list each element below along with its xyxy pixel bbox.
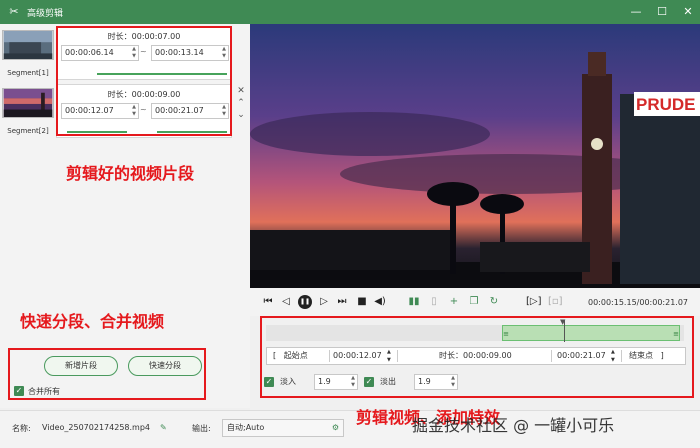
video-preview[interactable]: PRUDE (250, 24, 700, 288)
copy-icon[interactable]: ❐ (468, 296, 480, 308)
minimize-button[interactable]: — (630, 6, 642, 18)
volume-icon[interactable]: ◀) (374, 296, 386, 308)
segment-thumbnail-1[interactable]: Segment[1] (0, 26, 56, 77)
watermark: 掘金技术社区 @ 一罐小可乐 (412, 416, 615, 435)
clips-highlight-box (56, 26, 232, 136)
edit-highlight-box (260, 316, 694, 398)
add-segment-button[interactable]: 新增片段 (44, 356, 118, 376)
snapshot-icon[interactable]: [▫] (548, 296, 563, 308)
skip-start-icon[interactable]: ⏮ (262, 296, 274, 308)
segment-thumbnail-image (2, 30, 54, 60)
segment-label: Segment[2] (7, 127, 49, 135)
rotate-icon[interactable]: ↻ (488, 296, 500, 308)
skip-end-icon[interactable]: ⏭ (336, 296, 348, 308)
gear-icon[interactable]: ⚙ (332, 420, 339, 436)
merge-all-checkbox[interactable]: ✓ (14, 386, 24, 396)
close-button[interactable]: ✕ (682, 6, 694, 18)
maximize-button[interactable]: ☐ (656, 6, 668, 18)
annotation-clips: 剪辑好的视频片段 (66, 164, 195, 183)
step-forward-icon[interactable]: ▷ (318, 296, 330, 308)
split-icon[interactable]: ▮▮ (408, 296, 420, 308)
chevron-down-icon[interactable]: ⌄ (236, 110, 246, 120)
time-readout: 00:00:15.15/00:00:21.07 (588, 298, 688, 307)
chevron-up-icon[interactable]: ⌃ (236, 98, 246, 108)
stop-icon[interactable]: ■ (356, 296, 368, 308)
annotation-split-merge: 快速分段、合并视频 (20, 312, 165, 331)
window-controls: — ☐ ✕ (630, 0, 694, 24)
pause-button[interactable]: ❚❚ (298, 295, 312, 309)
quick-split-button[interactable]: 快速分段 (128, 356, 202, 376)
output-label: 输出: (192, 424, 211, 433)
segment-thumbnail-image (2, 88, 54, 118)
close-icon[interactable]: ✕ (236, 86, 246, 96)
segment-thumbnail-2[interactable]: Segment[2] (0, 84, 56, 135)
segment-label: Segment[1] (7, 69, 49, 77)
player-controls: ⏮ ◁ ❚❚ ▷ ⏭ ■ ◀) ▮▮ ▯ + ❐ ↻ [▷] [▫] 00:00… (250, 288, 700, 316)
step-back-icon[interactable]: ◁ (280, 296, 292, 308)
svg-text:PRUDE: PRUDE (636, 95, 696, 114)
title-bar: ✂ 高级剪辑 — ☐ ✕ (0, 0, 700, 24)
edit-name-icon[interactable]: ✎ (160, 423, 167, 432)
scissors-icon: ✂ (9, 5, 19, 18)
add-icon[interactable]: + (448, 296, 460, 308)
frame-forward-icon[interactable]: [▷] (526, 296, 542, 308)
file-name: Video_250702174258.mp4 (42, 423, 150, 432)
window-title: 高级剪辑 (27, 8, 64, 19)
delete-icon[interactable]: ▯ (428, 296, 440, 308)
name-label: 名称: (12, 424, 31, 433)
output-select[interactable]: 自动;Auto ⚙ (222, 419, 344, 437)
merge-all-label: 合并所有 (28, 387, 60, 396)
video-frame: PRUDE (250, 24, 700, 288)
